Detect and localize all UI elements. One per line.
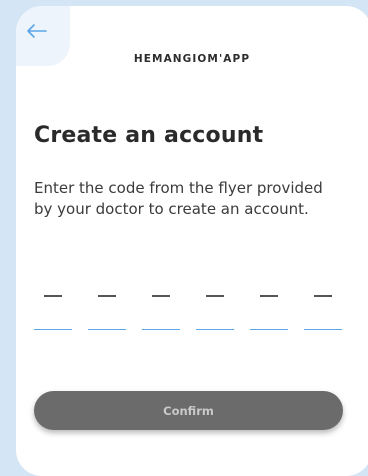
input-underline bbox=[304, 329, 342, 330]
code-digit-input[interactable] bbox=[34, 291, 72, 335]
phone-screen: HEMANGIOM'APP Create an account Enter th… bbox=[16, 6, 368, 476]
input-underline bbox=[88, 329, 126, 330]
placeholder-dash bbox=[206, 295, 224, 297]
code-digit-input[interactable] bbox=[142, 291, 180, 335]
code-digit-input[interactable] bbox=[304, 291, 342, 335]
input-underline bbox=[34, 329, 72, 330]
code-input-row bbox=[34, 291, 364, 335]
placeholder-dash bbox=[260, 295, 278, 297]
confirm-button[interactable]: Confirm bbox=[34, 391, 343, 430]
code-digit-input[interactable] bbox=[88, 291, 126, 335]
input-underline bbox=[142, 329, 180, 330]
placeholder-dash bbox=[98, 295, 116, 297]
input-underline bbox=[250, 329, 288, 330]
placeholder-dash bbox=[44, 295, 62, 297]
arrow-left-icon[interactable] bbox=[26, 23, 48, 39]
placeholder-dash bbox=[314, 295, 332, 297]
page-title: Create an account bbox=[34, 123, 264, 148]
code-digit-input[interactable] bbox=[250, 291, 288, 335]
instructions-text: Enter the code from the flyer provided b… bbox=[34, 179, 323, 218]
input-underline bbox=[196, 329, 234, 330]
app-name: HEMANGIOM'APP bbox=[133, 53, 251, 65]
code-digit-input[interactable] bbox=[196, 291, 234, 335]
placeholder-dash bbox=[152, 295, 170, 297]
